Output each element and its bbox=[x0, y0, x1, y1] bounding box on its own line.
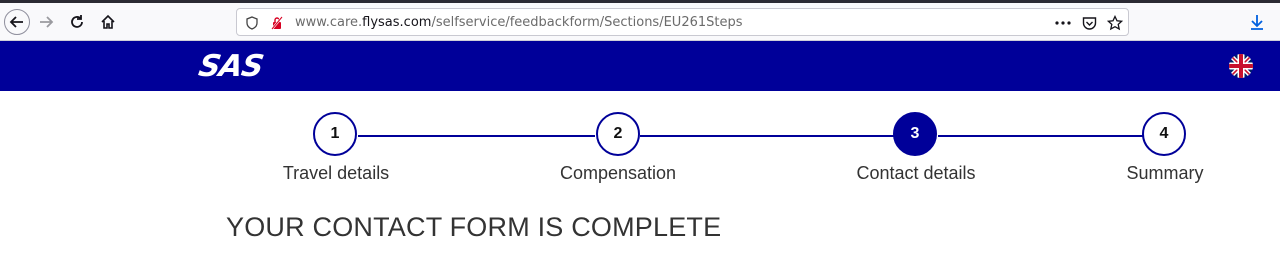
back-icon[interactable] bbox=[4, 9, 30, 35]
step-connector bbox=[938, 135, 1143, 137]
site-header: SAS bbox=[0, 41, 1280, 91]
step-connector bbox=[640, 135, 894, 137]
sas-logo[interactable]: SAS bbox=[196, 49, 266, 84]
browser-toolbar: www.care.flysas.com/selfservice/feedback… bbox=[0, 3, 1280, 41]
tracking-blocked-icon[interactable] bbox=[268, 14, 286, 32]
url-bar[interactable]: www.care.flysas.com/selfservice/feedback… bbox=[236, 8, 1129, 36]
step-3-label: Contact details bbox=[856, 163, 976, 183]
url-domain: flysas.com bbox=[362, 15, 432, 30]
step-4-circle[interactable]: 4 bbox=[1142, 112, 1186, 156]
step-2-circle[interactable]: 2 bbox=[596, 112, 640, 156]
url-path: /selfservice/feedbackform/Sections/EU261… bbox=[431, 15, 743, 30]
step-3-circle[interactable]: 3 bbox=[893, 112, 937, 156]
page-title: YOUR CONTACT FORM IS COMPLETE bbox=[226, 212, 722, 242]
step-1-circle[interactable]: 1 bbox=[313, 112, 357, 156]
home-icon[interactable] bbox=[95, 9, 121, 35]
shield-icon[interactable] bbox=[243, 14, 261, 32]
uk-flag-icon[interactable] bbox=[1229, 54, 1253, 78]
bookmark-star-icon[interactable] bbox=[1106, 14, 1124, 32]
more-icon[interactable] bbox=[1054, 14, 1072, 32]
step-1-label: Travel details bbox=[282, 163, 390, 183]
download-icon[interactable] bbox=[1244, 9, 1270, 35]
step-connector bbox=[358, 135, 595, 137]
url-text[interactable]: www.care.flysas.com/selfservice/feedback… bbox=[295, 15, 743, 30]
pocket-icon[interactable] bbox=[1080, 14, 1098, 32]
reload-icon[interactable] bbox=[64, 9, 90, 35]
progress-stepper: 1 2 3 4 Travel details Compensation Cont… bbox=[0, 91, 1280, 201]
url-prefix: www.care. bbox=[295, 15, 363, 30]
forward-icon[interactable] bbox=[33, 9, 59, 35]
step-4-label: Summary bbox=[1126, 163, 1204, 183]
step-2-label: Compensation bbox=[559, 163, 677, 183]
